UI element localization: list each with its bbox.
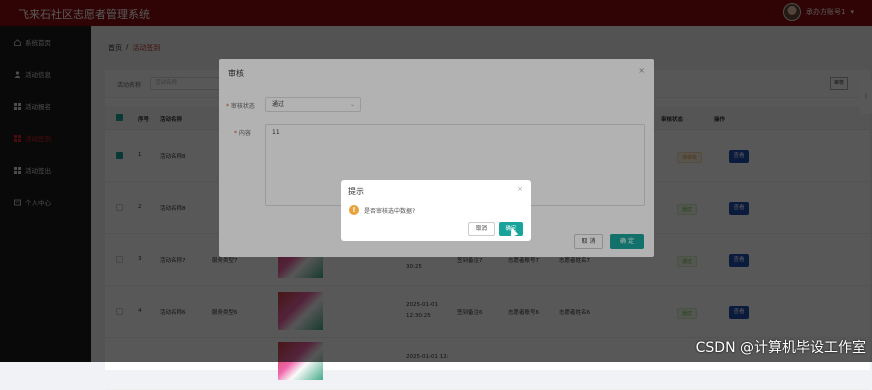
confirm-message: 是否审核选中数据? bbox=[364, 208, 416, 215]
confirm-dialog: 提示 × ! 是否审核选中数据? 取消 确定 bbox=[341, 180, 531, 241]
confirm-cancel-button[interactable]: 取消 bbox=[468, 222, 495, 236]
close-icon[interactable]: × bbox=[517, 185, 523, 193]
confirm-title: 提示 bbox=[348, 187, 364, 196]
watermark: CSDN @计算机毕设工作室 bbox=[695, 340, 866, 356]
warning-icon: ! bbox=[349, 205, 359, 215]
